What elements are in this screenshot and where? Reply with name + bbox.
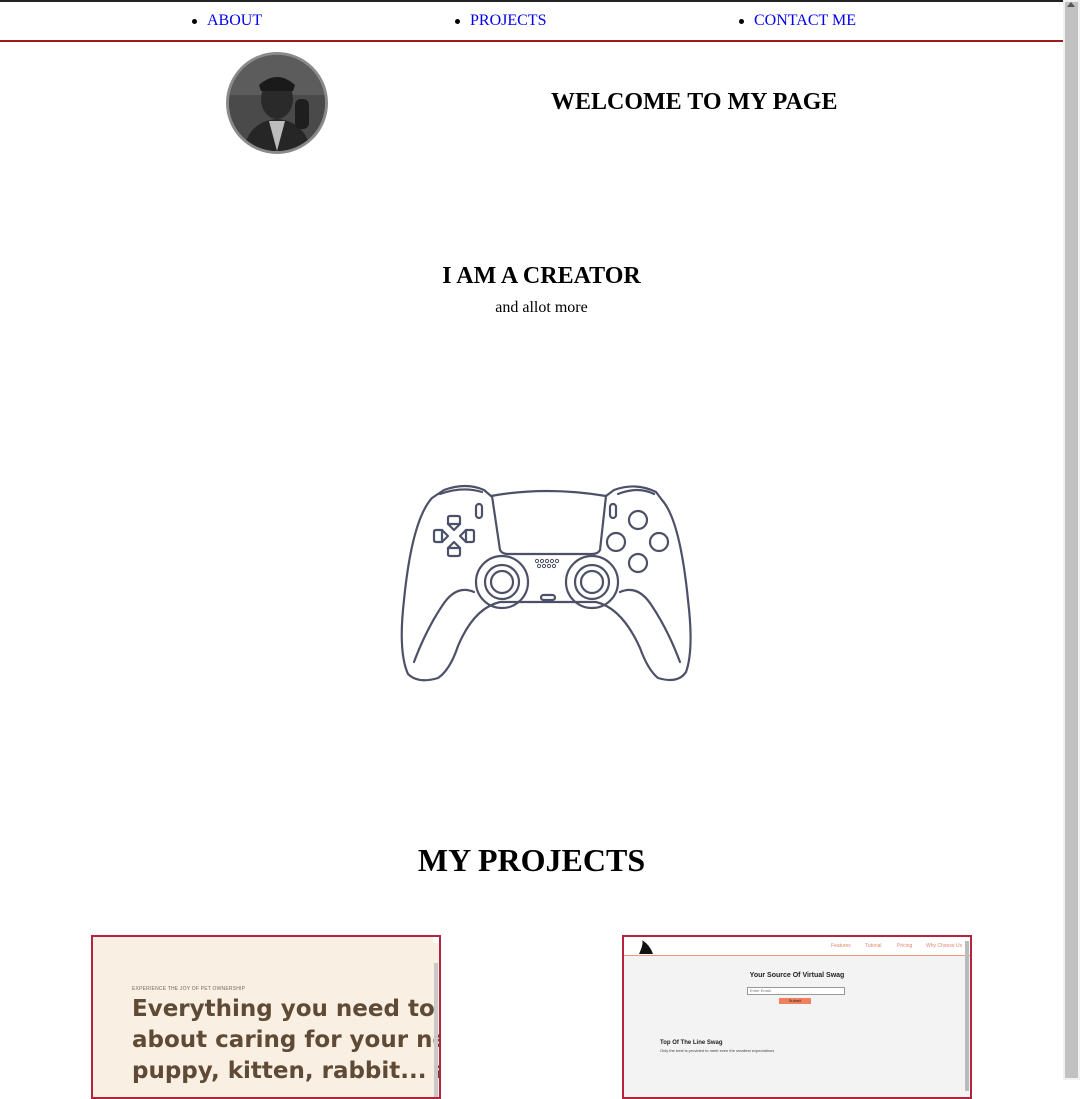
- scroll-up-arrow-icon[interactable]: [1067, 2, 1075, 7]
- creator-subtitle: and allot more: [495, 299, 588, 316]
- pet-headline-line: puppy, kitten, rabbit... and: [132, 1058, 439, 1084]
- projects-heading: MY PROJECTS: [417, 842, 646, 878]
- project-card-pet-care[interactable]: EXPERIENCE THE JOY OF PET OWNERSHIP Ever…: [91, 935, 441, 1099]
- pet-card-scrollbar[interactable]: [434, 963, 438, 1097]
- swag-nav-link[interactable]: Tutorial: [865, 943, 882, 949]
- nav-item-contact: CONTACT ME: [739, 11, 856, 31]
- nav-item-about: ABOUT: [191, 11, 262, 31]
- top-nav: ABOUT PROJECTS CONTACT ME: [0, 2, 1063, 42]
- nav-link-about[interactable]: ABOUT: [207, 12, 262, 29]
- swag-email-input[interactable]: Enter Email: [747, 987, 845, 995]
- page-scrollbar[interactable]: [1063, 0, 1080, 1080]
- swag-section-text: Only the best is provided to meet even t…: [660, 1048, 775, 1053]
- avatar-portrait: [229, 55, 325, 151]
- nav-link-contact[interactable]: CONTACT ME: [754, 12, 856, 29]
- gamepad-icon: [400, 484, 692, 682]
- pet-card-kicker: EXPERIENCE THE JOY OF PET OWNERSHIP: [132, 986, 246, 992]
- swag-nav-link[interactable]: Why Choose Us: [926, 943, 962, 949]
- welcome-heading: WELCOME TO MY PAGE: [551, 89, 838, 115]
- swag-card-hero-title: Your Source Of Virtual Swag: [749, 972, 845, 979]
- page-scrollbar-thumb[interactable]: [1065, 2, 1078, 1078]
- project-card-virtual-swag[interactable]: Features Tutorial Pricing Why Choose Us …: [622, 935, 972, 1099]
- swag-nav-link[interactable]: Pricing: [897, 943, 912, 949]
- pet-headline-line: about caring for your new: [132, 1027, 441, 1053]
- swag-card-scrollbar[interactable]: [965, 941, 969, 1091]
- swag-submit-button[interactable]: Submit: [779, 998, 811, 1004]
- avatar: [226, 52, 328, 154]
- shark-fin-icon: [639, 940, 653, 954]
- pet-headline-line: Everything you need to know: [132, 996, 439, 1022]
- pet-card-scroll-corner: [433, 937, 439, 943]
- swag-card-navbar: Features Tutorial Pricing Why Choose Us: [624, 937, 970, 956]
- creator-heading: I AM A CREATOR: [442, 263, 641, 289]
- swag-nav-link[interactable]: Features: [831, 943, 851, 949]
- swag-section-title: Top Of The Line Swag: [660, 1040, 723, 1046]
- nav-link-projects[interactable]: PROJECTS: [470, 12, 546, 29]
- pet-card-headline: Everything you need to know about caring…: [132, 994, 441, 1087]
- nav-item-projects: PROJECTS: [454, 11, 546, 31]
